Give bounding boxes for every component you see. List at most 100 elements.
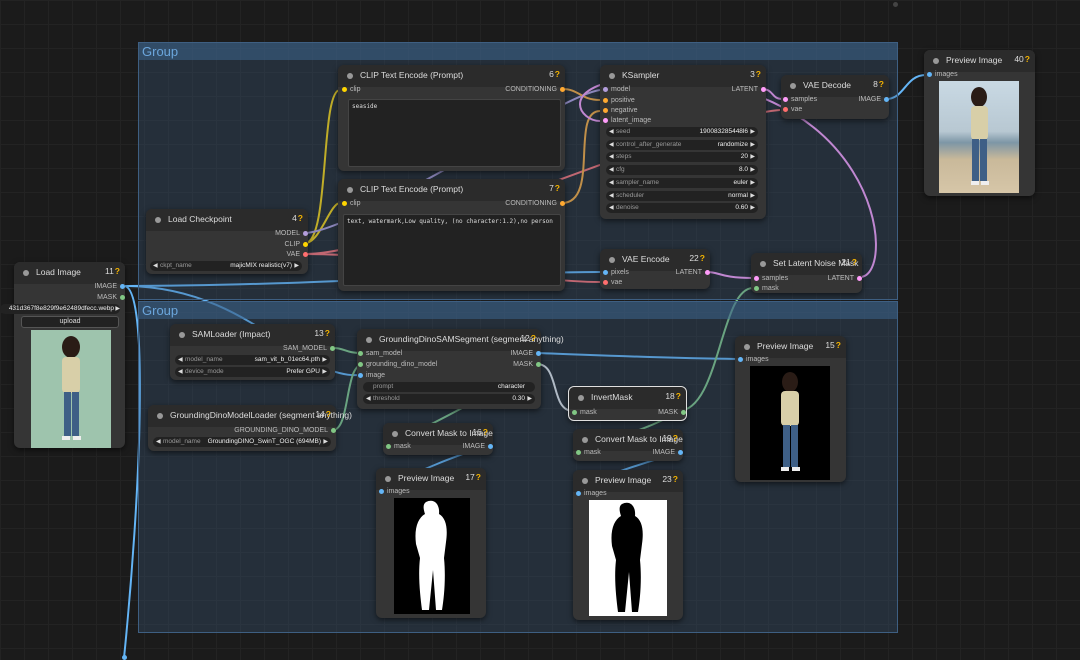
input-images[interactable]: images	[738, 355, 769, 364]
sam-loader-node[interactable]: SAMLoader (Impact) 13? SAM_MODEL ◀ model_n…	[170, 324, 335, 380]
node-id: 19?	[662, 433, 678, 443]
input-clip[interactable]: clip	[342, 85, 361, 94]
sampler-name-widget[interactable]: ◀ sampler_name euler ▶	[606, 178, 758, 188]
collapse-dot-icon[interactable]	[609, 257, 615, 263]
output-conditioning[interactable]: CONDITIONING	[505, 85, 565, 94]
node-title: SAMLoader (Impact)	[192, 329, 271, 339]
vae-decode-node[interactable]: VAE Decode 8? samples vae IMAGE	[781, 75, 889, 119]
device-mode-combo[interactable]: ◀ device_mode Prefer GPU ▶	[175, 367, 330, 377]
collapse-dot-icon[interactable]	[760, 261, 766, 267]
preview-image-node-40[interactable]: Preview Image 40? images	[924, 50, 1035, 196]
preview-image-node-23[interactable]: Preview Image 23? images	[573, 470, 683, 620]
clip-text-encode-positive-node[interactable]: CLIP Text Encode (Prompt) 6? clip CONDITI…	[338, 65, 565, 171]
output-mask[interactable]: MASK	[513, 360, 541, 369]
input-positive[interactable]: positive	[603, 96, 635, 105]
output-image[interactable]: IMAGE	[652, 448, 683, 457]
threshold-widget[interactable]: ◀ threshold 0.30 ▶	[363, 394, 535, 404]
convert-mask-to-image-node-19[interactable]: Convert Mask to Image 19? mask IMAGE	[573, 429, 683, 461]
input-mask[interactable]: mask	[572, 408, 597, 417]
model-name-combo[interactable]: ◀ model_name sam_vit_b_01ec64.pth ▶	[175, 355, 330, 365]
output-latent[interactable]: LATENT	[732, 85, 766, 94]
output-image[interactable]: IMAGE	[462, 442, 493, 451]
collapse-dot-icon[interactable]	[347, 187, 353, 193]
grounding-dino-loader-node[interactable]: GroundingDinoModelLoader (segment anythi…	[148, 405, 352, 451]
collapse-dot-icon[interactable]	[578, 395, 584, 401]
input-model[interactable]: model	[603, 85, 630, 94]
output-latent[interactable]: LATENT	[676, 268, 710, 277]
input-samples[interactable]: samples	[754, 274, 788, 283]
convert-mask-to-image-node-16[interactable]: Convert Mask to Image 16? mask IMAGE	[383, 423, 493, 455]
input-negative[interactable]: negative	[603, 106, 637, 115]
preview-image-node-15[interactable]: Preview Image 15? images	[735, 336, 846, 482]
input-images[interactable]: images	[927, 70, 958, 79]
reroute-dot[interactable]	[893, 2, 898, 7]
output-mask[interactable]: MASK	[97, 293, 125, 302]
collapse-dot-icon[interactable]	[392, 431, 398, 437]
collapse-dot-icon[interactable]	[385, 476, 391, 482]
input-sam-model[interactable]: sam_model	[358, 349, 402, 358]
collapse-dot-icon[interactable]	[157, 413, 163, 419]
input-vae[interactable]: vae	[783, 105, 802, 114]
output-latent[interactable]: LATENT	[828, 274, 862, 283]
invert-mask-node[interactable]: InvertMask 18? mask MASK	[568, 386, 687, 421]
output-sam-model[interactable]: SAM_MODEL	[283, 344, 335, 353]
output-vae[interactable]: VAE	[287, 250, 308, 259]
collapse-dot-icon[interactable]	[933, 58, 939, 64]
load-image-node[interactable]: Load Image 11? IMAGE MASK 431d367f8e829f9…	[0, 262, 125, 448]
input-mask[interactable]: mask	[576, 448, 601, 457]
steps-widget[interactable]: ◀ steps 20 ▶	[606, 152, 758, 162]
ckpt-name-combo[interactable]: ◀ ckpt_name majicMIX realistic(v7) ▶	[150, 261, 302, 271]
collapse-dot-icon[interactable]	[582, 437, 588, 443]
collapse-dot-icon[interactable]	[790, 83, 796, 89]
collapse-dot-icon[interactable]	[582, 478, 588, 484]
collapse-dot-icon[interactable]	[609, 73, 615, 79]
output-conditioning[interactable]: CONDITIONING	[505, 199, 565, 208]
input-latent-image[interactable]: latent_image	[603, 116, 651, 125]
node-id: 11?	[104, 266, 120, 276]
reroute-dot[interactable]	[122, 655, 127, 660]
image-file-combo[interactable]: 431d367f8e829f9e62489dfecc.webp ▶	[0, 304, 120, 314]
denoise-widget[interactable]: ◀ denoise 0.60 ▶	[606, 203, 758, 213]
mask-image-output	[394, 498, 470, 614]
prompt-text-widget[interactable]: prompt character	[363, 382, 535, 392]
input-samples[interactable]: samples	[783, 95, 817, 104]
input-clip[interactable]: clip	[342, 199, 361, 208]
input-pixels[interactable]: pixels	[603, 268, 629, 277]
seed-widget[interactable]: ◀ seed 190083285448l6 ▶	[606, 127, 758, 137]
control-after-generate-widget[interactable]: ◀ control_after_generate randomize ▶	[606, 140, 758, 150]
collapse-dot-icon[interactable]	[179, 332, 185, 338]
preview-image-node-17[interactable]: Preview Image 17? images	[376, 468, 486, 618]
prompt-textarea[interactable]: seaside	[348, 99, 561, 167]
upload-button[interactable]: upload	[21, 316, 119, 328]
output-image[interactable]: IMAGE	[510, 349, 541, 358]
set-latent-noise-mask-node[interactable]: Set Latent Noise Mask 21? samples mask LA…	[751, 253, 862, 293]
collapse-dot-icon[interactable]	[347, 73, 353, 79]
input-image[interactable]: image	[358, 371, 385, 380]
scheduler-widget[interactable]: ◀ scheduler normal ▶	[606, 191, 758, 201]
grounding-dino-sam-segment-node[interactable]: GroundingDinoSAMSegment (segment anythin…	[357, 329, 564, 409]
output-image[interactable]: IMAGE	[94, 282, 125, 291]
output-grounding-dino-model[interactable]: GROUNDING_DINO_MODEL	[234, 426, 336, 435]
output-image[interactable]: IMAGE	[858, 95, 889, 104]
model-name-combo[interactable]: ◀ model_name GroundingDINO_SwinT_OGC (694M…	[153, 437, 331, 447]
output-clip[interactable]: CLIP	[284, 240, 308, 249]
cfg-widget[interactable]: ◀ cfg 8.0 ▶	[606, 165, 758, 175]
output-model[interactable]: MODEL	[275, 229, 308, 238]
input-mask[interactable]: mask	[386, 442, 411, 451]
collapse-dot-icon[interactable]	[155, 217, 161, 223]
collapse-dot-icon[interactable]	[366, 337, 372, 343]
input-mask[interactable]: mask	[754, 284, 779, 293]
clip-text-encode-negative-node[interactable]: CLIP Text Encode (Prompt) 7? clip CONDITI…	[338, 179, 565, 291]
output-mask[interactable]: MASK	[658, 408, 686, 417]
node-id: 40?	[1014, 54, 1030, 64]
ksampler-node[interactable]: KSampler 3? model positive negative laten…	[600, 65, 766, 219]
load-checkpoint-node[interactable]: Load Checkpoint 4? MODEL CLIP VAE ◀ ckpt_n…	[146, 209, 308, 274]
vae-encode-node[interactable]: VAE Encode 22? pixels vae LATENT	[600, 249, 710, 289]
prompt-textarea[interactable]: text, watermark,Low quality, (no charact…	[343, 214, 561, 286]
input-images[interactable]: images	[576, 489, 607, 498]
collapse-dot-icon[interactable]	[23, 270, 29, 276]
input-images[interactable]: images	[379, 487, 410, 496]
input-grounding-dino-model[interactable]: grounding_dino_model	[358, 360, 437, 369]
input-vae[interactable]: vae	[603, 278, 622, 287]
collapse-dot-icon[interactable]	[744, 344, 750, 350]
